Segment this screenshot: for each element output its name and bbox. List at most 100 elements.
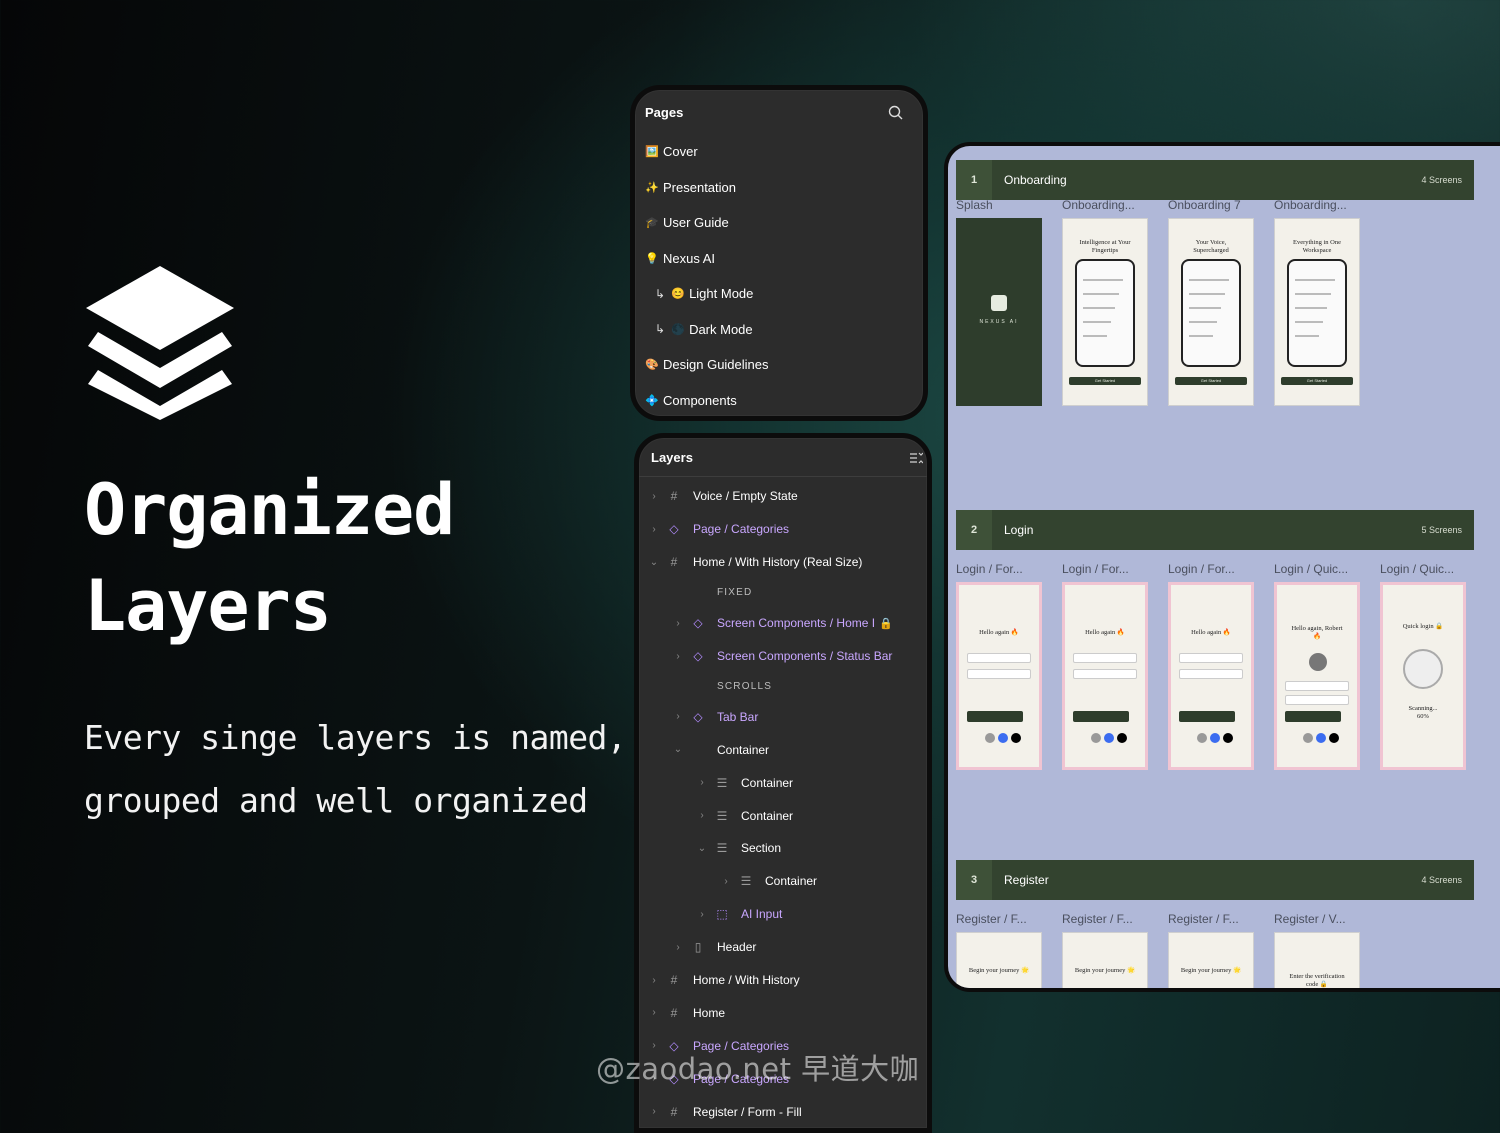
layer-row[interactable]: ⌄ Container — [647, 733, 929, 766]
frame-label[interactable]: Onboarding 7 — [1168, 198, 1241, 212]
frame-label[interactable]: Splash — [956, 198, 993, 212]
frame-label[interactable]: Register / F... — [1062, 912, 1133, 926]
login-button[interactable] — [1285, 711, 1341, 722]
chevron-right-icon[interactable]: › — [695, 909, 709, 920]
collapse-layers-icon[interactable] — [909, 451, 923, 465]
layer-row[interactable]: › ☰ Container — [647, 865, 929, 898]
chevron-right-icon[interactable]: › — [719, 876, 733, 887]
layer-row[interactable]: › ☰ Container — [647, 799, 929, 832]
screen-thumbnail-onboard[interactable]: Your Voice, Supercharged Get Started — [1168, 218, 1254, 406]
password-field[interactable] — [1073, 669, 1137, 679]
password-field[interactable] — [1179, 669, 1243, 679]
social-icon[interactable] — [1329, 733, 1339, 743]
design-canvas[interactable]: 1 Onboarding 4 Screens Splash NEXUS AI Onboar… — [944, 142, 1500, 992]
layer-row[interactable]: › # Voice / Empty State — [647, 480, 929, 513]
page-item-presentation[interactable]: ✨ Presentation — [645, 170, 915, 206]
frame-label[interactable]: Login / Quic... — [1274, 562, 1348, 576]
chevron-right-icon[interactable]: › — [647, 491, 661, 502]
frame-label[interactable]: Onboarding... — [1062, 198, 1135, 212]
frame-label[interactable]: Login / For... — [1062, 562, 1129, 576]
social-icon[interactable] — [1316, 733, 1326, 743]
social-icon[interactable] — [985, 733, 995, 743]
chevron-right-icon[interactable]: › — [647, 975, 661, 986]
chevron-right-icon[interactable]: › — [647, 1106, 661, 1117]
layer-row[interactable]: › ◇ Screen Components / Home I 🔒 — [647, 607, 929, 640]
frame-label[interactable]: Onboarding... — [1274, 198, 1347, 212]
chevron-right-icon[interactable]: › — [647, 524, 661, 535]
chevron-right-icon[interactable]: › — [671, 711, 685, 722]
email-field[interactable] — [1073, 653, 1137, 663]
email-field[interactable] — [1285, 681, 1349, 691]
screen-thumbnail-login[interactable]: Hello again 🔥 — [956, 582, 1042, 770]
page-item-nexus-ai[interactable]: 💡 Nexus AI — [645, 241, 915, 277]
screen-thumbnail-register[interactable]: Begin your journey 🌟 — [1062, 932, 1148, 988]
layer-row[interactable]: › # Register / Form - Fill — [647, 1095, 929, 1128]
social-icon[interactable] — [998, 733, 1008, 743]
page-item-components[interactable]: 💠 Components — [645, 383, 915, 419]
screen-thumbnail-splash[interactable]: NEXUS AI — [956, 218, 1042, 406]
chevron-down-icon[interactable]: ⌄ — [671, 744, 685, 755]
screen-thumbnail-register[interactable]: Enter the verification code 🔒 — [1274, 932, 1360, 988]
chevron-down-icon[interactable]: ⌄ — [647, 557, 661, 568]
social-icon[interactable] — [1104, 733, 1114, 743]
screen-thumbnail-login[interactable]: Hello again 🔥 — [1062, 582, 1148, 770]
section-bar-onboarding[interactable]: 1 Onboarding 4 Screens — [956, 160, 1474, 200]
page-item-cover[interactable]: 🖼️ Cover — [645, 134, 915, 170]
frame-label[interactable]: Login / For... — [1168, 562, 1235, 576]
email-field[interactable] — [1179, 653, 1243, 663]
social-icon[interactable] — [1223, 733, 1233, 743]
login-button[interactable] — [1073, 711, 1129, 722]
chevron-right-icon[interactable]: › — [671, 618, 685, 629]
layer-row[interactable]: › # Home — [647, 996, 929, 1029]
screen-thumbnail-login[interactable]: Hello again 🔥 — [1168, 582, 1254, 770]
page-item-dark-mode[interactable]: ↳ 🌑 Dark Mode — [645, 312, 915, 348]
lock-icon[interactable]: 🔒 — [879, 617, 893, 630]
get-started-button[interactable]: Get Started — [1069, 377, 1141, 385]
login-button[interactable] — [1179, 711, 1235, 722]
chevron-right-icon[interactable]: › — [671, 651, 685, 662]
social-icon[interactable] — [1117, 733, 1127, 743]
layer-row[interactable]: › # Home / With History — [647, 964, 929, 997]
chevron-right-icon[interactable]: › — [695, 810, 709, 821]
screen-thumbnail-register[interactable]: Begin your journey 🌟 — [956, 932, 1042, 988]
social-icon[interactable] — [1303, 733, 1313, 743]
social-icon[interactable] — [1011, 733, 1021, 743]
page-item-design-guidelines[interactable]: 🎨 Design Guidelines — [645, 347, 915, 383]
chevron-right-icon[interactable]: › — [647, 1007, 661, 1018]
layer-row[interactable]: › ◇ Tab Bar — [647, 700, 929, 733]
frame-label[interactable]: Register / F... — [1168, 912, 1239, 926]
frame-label[interactable]: Register / V... — [1274, 912, 1346, 926]
chevron-right-icon[interactable]: › — [671, 942, 685, 953]
password-field[interactable] — [1285, 695, 1349, 705]
section-bar-login[interactable]: 2 Login 5 Screens — [956, 510, 1474, 550]
chevron-right-icon[interactable]: › — [695, 777, 709, 788]
screen-thumbnail-login-avatar[interactable]: Hello again, Robert 🔥 — [1274, 582, 1360, 770]
chevron-down-icon[interactable]: ⌄ — [695, 843, 709, 854]
layer-row[interactable]: › ⬚ AI Input — [647, 898, 929, 931]
email-field[interactable] — [967, 653, 1031, 663]
layer-row[interactable]: ⌄ ☰ Section — [647, 832, 929, 865]
frame-label[interactable]: Login / Quic... — [1380, 562, 1454, 576]
page-item-light-mode[interactable]: ↳ 😊 Light Mode — [645, 276, 915, 312]
social-icon[interactable] — [1210, 733, 1220, 743]
search-icon[interactable] — [888, 105, 903, 120]
layer-row[interactable]: ⌄ # Home / With History (Real Size) — [647, 546, 929, 579]
section-bar-register[interactable]: 3 Register 4 Screens — [956, 860, 1474, 900]
layer-row[interactable]: › ◇ Screen Components / Status Bar — [647, 640, 929, 673]
social-icon[interactable] — [1091, 733, 1101, 743]
layer-row[interactable]: › ▯ Header — [647, 931, 929, 964]
screen-thumbnail-register[interactable]: Begin your journey 🌟 — [1168, 932, 1254, 988]
page-item-user-guide[interactable]: 🎓 User Guide — [645, 205, 915, 241]
get-started-button[interactable]: Get Started — [1175, 377, 1247, 385]
frame-label[interactable]: Register / F... — [956, 912, 1027, 926]
layer-row[interactable]: › ☰ Container — [647, 766, 929, 799]
login-button[interactable] — [967, 711, 1023, 722]
screen-thumbnail-onboard[interactable]: Everything in One Workspace Get Started — [1274, 218, 1360, 406]
frame-label[interactable]: Login / For... — [956, 562, 1023, 576]
social-icon[interactable] — [1197, 733, 1207, 743]
layer-row[interactable]: › ◇ Page / Categories — [647, 513, 929, 546]
screen-thumbnail-onboard[interactable]: Intelligence at Your Fingertips Get Start… — [1062, 218, 1148, 406]
screen-thumbnail-quick[interactable]: Quick login 🔒 Scanning... 60% — [1380, 582, 1466, 770]
get-started-button[interactable]: Get Started — [1281, 377, 1353, 385]
password-field[interactable] — [967, 669, 1031, 679]
